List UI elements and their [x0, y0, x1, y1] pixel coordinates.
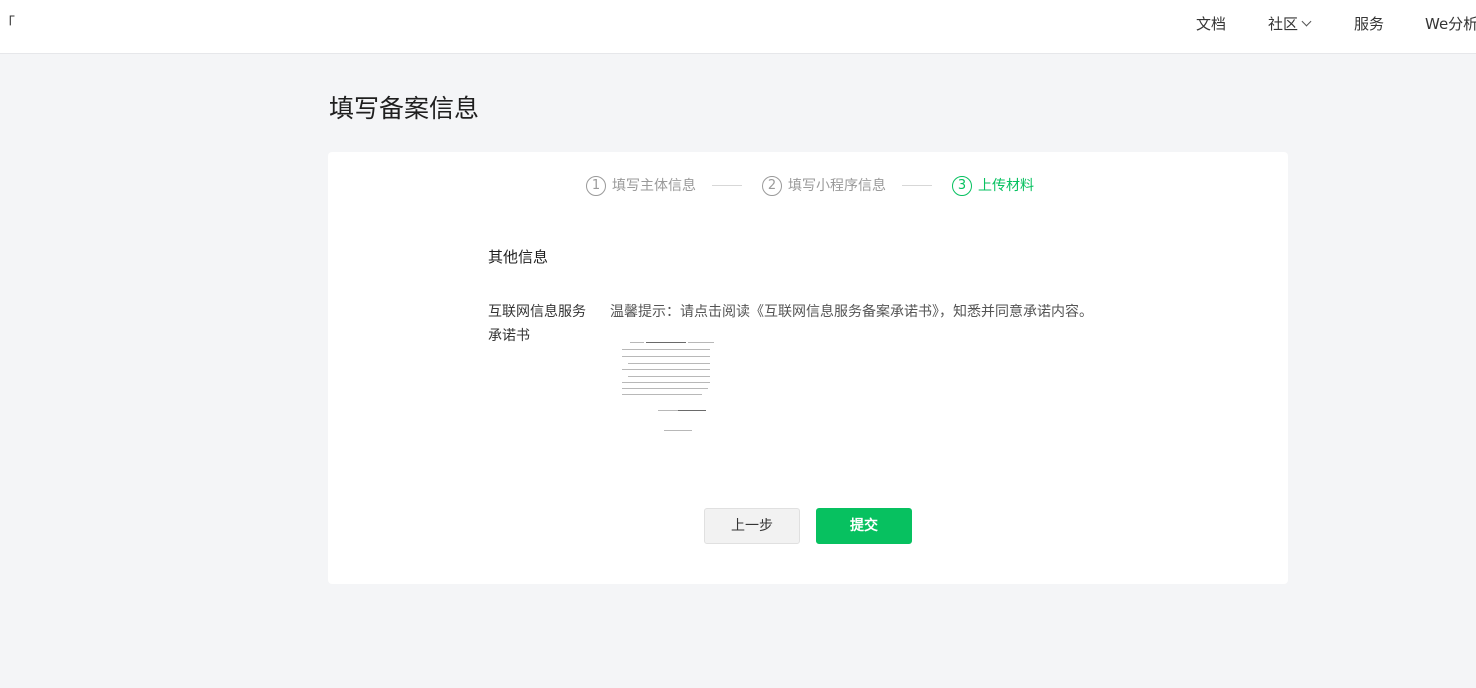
nav-we-analytics[interactable]: We分析: [1425, 0, 1476, 54]
step-1: 1 填写主体信息: [586, 176, 696, 196]
nav-community[interactable]: 社区: [1268, 0, 1312, 54]
step-3: 3 上传材料: [952, 176, 1034, 196]
step-separator: [712, 185, 742, 186]
step-3-number: 3: [952, 176, 972, 196]
submit-button[interactable]: 提交: [816, 508, 912, 544]
commitment-hint: 温馨提示：请点击阅读《互联网信息服务备案承诺书》，知悉并同意承诺内容。: [610, 304, 1093, 320]
commitment-document-thumbnail[interactable]: [618, 338, 718, 436]
step-1-label: 填写主体信息: [612, 178, 696, 194]
step-1-number: 1: [586, 176, 606, 196]
step-3-label: 上传材料: [978, 178, 1034, 194]
chevron-down-icon: [1301, 16, 1312, 27]
previous-step-button[interactable]: 上一步: [704, 508, 800, 544]
step-2-number: 2: [762, 176, 782, 196]
commitment-field-label: 互联网信息服务承诺书: [488, 304, 586, 344]
top-navigation-bar: 「 文档 社区 服务 We分析: [0, 0, 1476, 54]
header-left-fragment: 「: [0, 14, 16, 32]
form-card: 1 填写主体信息 2 填写小程序信息 3 上传材料 其他信息 互联网信息服务承诺书 温…: [328, 152, 1288, 584]
nav-services[interactable]: 服务: [1354, 0, 1384, 54]
step-2-label: 填写小程序信息: [788, 178, 886, 194]
nav-community-label: 社区: [1268, 15, 1299, 33]
step-2: 2 填写小程序信息: [762, 176, 886, 196]
step-separator: [902, 185, 932, 186]
section-title: 其他信息: [488, 248, 549, 266]
page-title: 填写备案信息: [329, 94, 480, 123]
nav-docs[interactable]: 文档: [1196, 0, 1226, 54]
